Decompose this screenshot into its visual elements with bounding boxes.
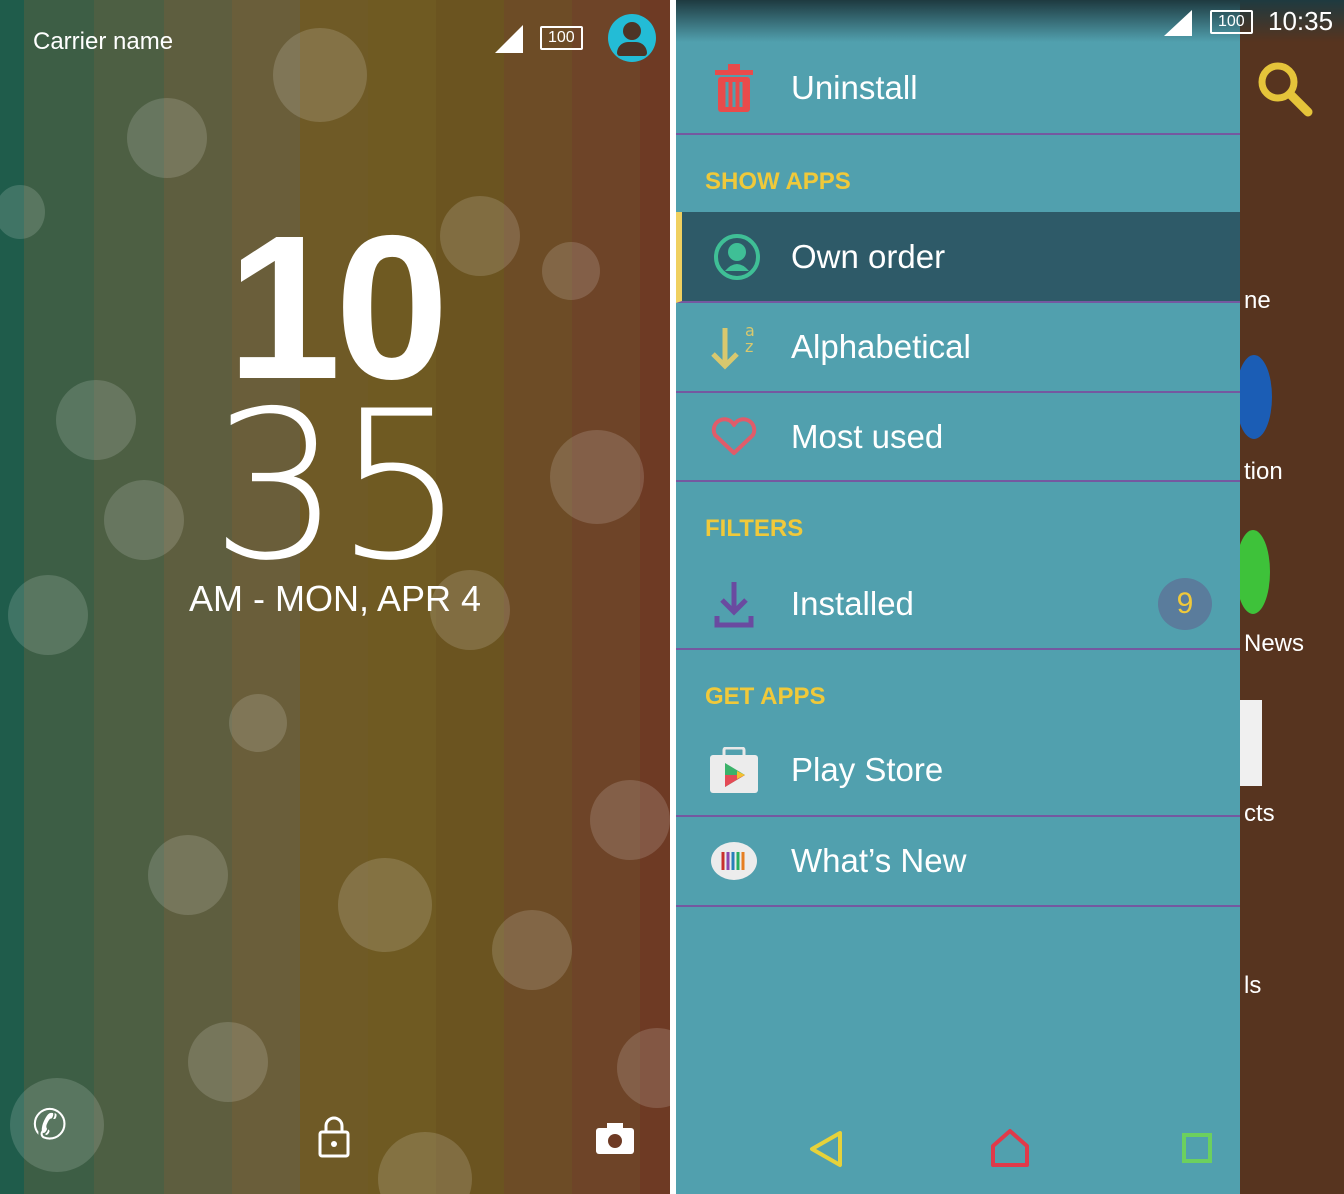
- unlock-icon[interactable]: [318, 1116, 350, 1158]
- menu-item-label: Alphabetical: [791, 328, 971, 365]
- phone-button[interactable]: ✆: [10, 1078, 104, 1172]
- menu-item-most-used[interactable]: Most used: [676, 393, 1240, 482]
- bokeh: [148, 835, 228, 915]
- user-avatar-icon[interactable]: [608, 14, 656, 62]
- home-icon[interactable]: [990, 1128, 1030, 1168]
- app-label: ls: [1244, 972, 1262, 999]
- date-label: AM - MON, APR 4: [188, 578, 482, 619]
- bokeh: [127, 98, 207, 178]
- sort-alpha-icon: az: [710, 322, 754, 370]
- navigation-drawer: Uninstall SHOW APPS Own order az Alphabe…: [676, 0, 1240, 1194]
- status-bar: 100 10:35: [676, 0, 1344, 42]
- app-label: ne: [1244, 287, 1271, 314]
- section-header-show-apps: SHOW APPS: [705, 168, 851, 195]
- svg-text:z: z: [745, 337, 753, 356]
- bokeh: [273, 28, 367, 122]
- menu-item-label: Own order: [791, 237, 946, 275]
- battery-icon: 100: [1210, 10, 1253, 34]
- menu-item-label: Play Store: [791, 751, 944, 788]
- play-store-icon: [709, 747, 758, 793]
- heart-icon: [711, 416, 756, 455]
- whats-new-icon: [710, 842, 757, 880]
- bokeh: [617, 1028, 670, 1108]
- menu-item-alphabetical[interactable]: az Alphabetical: [676, 303, 1240, 393]
- installed-count-badge: 9: [1158, 578, 1212, 630]
- app-icon[interactable]: [1236, 530, 1270, 614]
- bokeh: [229, 694, 287, 752]
- person-circle-icon: [713, 233, 760, 280]
- clock-minute: 35: [210, 368, 466, 606]
- menu-item-label: What’s New: [791, 842, 967, 879]
- menu-item-play-store[interactable]: Play Store: [676, 725, 1240, 817]
- carrier-name: Carrier name: [33, 28, 174, 55]
- download-icon: [714, 582, 753, 628]
- app-icon[interactable]: [1236, 355, 1272, 439]
- menu-item-label: Most used: [791, 417, 944, 455]
- status-time: 10:35: [1268, 6, 1334, 36]
- camera-icon[interactable]: [596, 1122, 634, 1154]
- menu-item-own-order[interactable]: Own order: [676, 212, 1240, 303]
- app-label: cts: [1244, 800, 1275, 827]
- signal-icon: [1164, 10, 1192, 36]
- section-header-get-apps: GET APPS: [705, 683, 826, 710]
- battery-icon: 100: [540, 26, 583, 50]
- menu-item-whats-new[interactable]: What’s New: [676, 817, 1240, 907]
- bokeh: [378, 1132, 472, 1194]
- app-drawer-screen: 100 10:35 ne tion News cts ls Uninstall …: [676, 0, 1344, 1194]
- trash-icon: [714, 63, 753, 112]
- menu-item-label: Installed: [791, 585, 914, 622]
- menu-item-installed[interactable]: Installed 9: [676, 560, 1240, 650]
- back-icon[interactable]: [808, 1130, 844, 1168]
- phone-icon: ✆: [32, 1100, 68, 1149]
- bokeh: [492, 910, 572, 990]
- bokeh: [188, 1022, 268, 1102]
- bokeh: [338, 858, 432, 952]
- search-icon[interactable]: [1256, 60, 1314, 118]
- lockscreen: Carrier name 100 10 35 AM - MON, APR 4 ✆: [0, 0, 670, 1194]
- signal-icon: [495, 25, 523, 53]
- recents-icon[interactable]: [1182, 1133, 1212, 1163]
- app-label: tion: [1244, 458, 1283, 485]
- section-header-filters: FILTERS: [705, 515, 804, 542]
- bokeh: [590, 780, 670, 860]
- app-label: News: [1244, 630, 1305, 657]
- uninstall-item[interactable]: Uninstall: [676, 42, 1240, 135]
- uninstall-label: Uninstall: [791, 68, 918, 106]
